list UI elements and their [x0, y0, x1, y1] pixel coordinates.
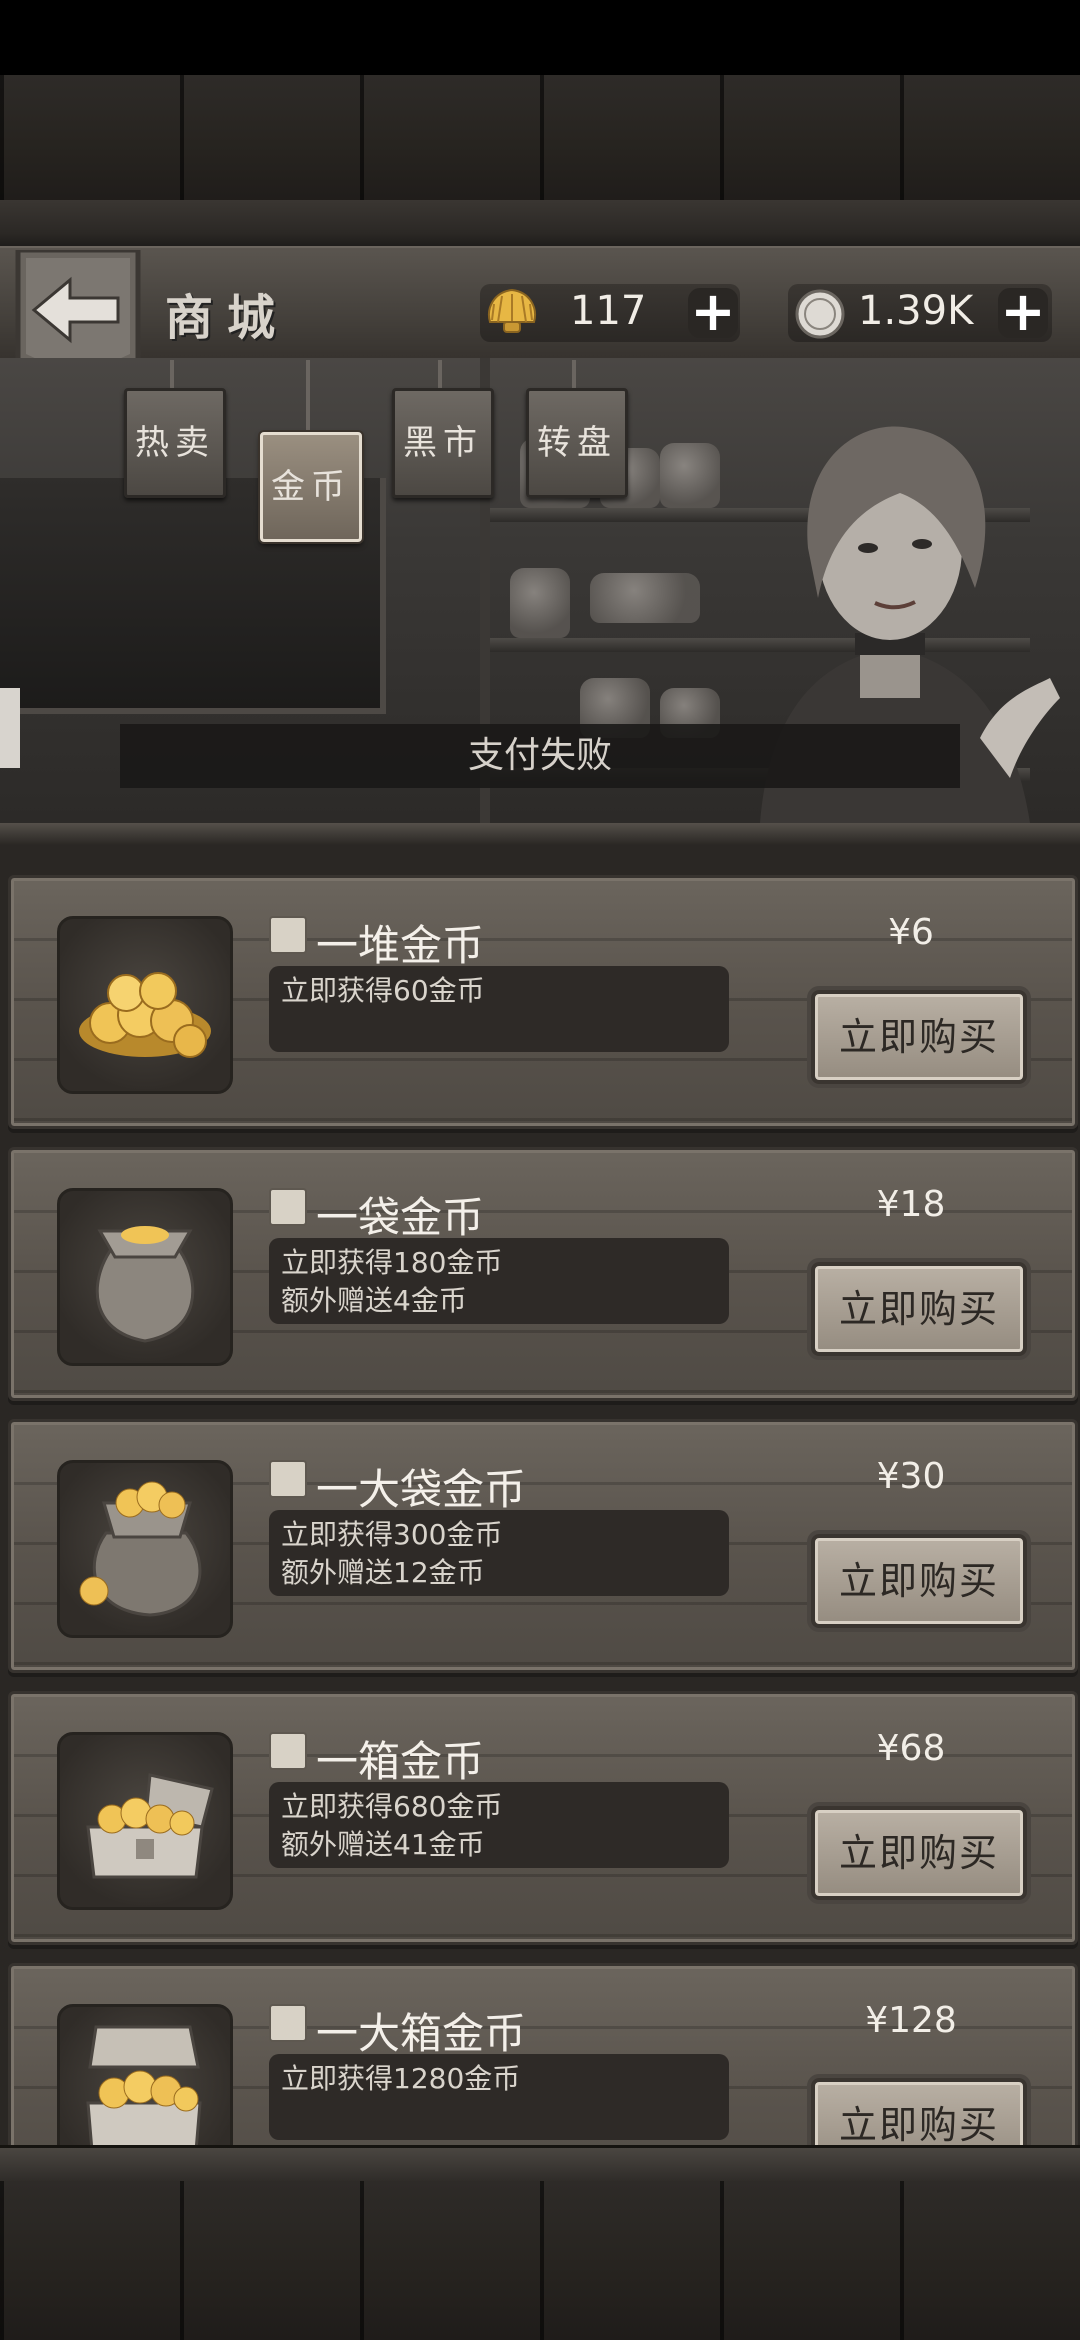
product-card: 一箱金币 立即获得680金币 额外赠送41金币 ¥68 立即购买 [8, 1691, 1078, 1945]
product-description: 立即获得680金币 额外赠送41金币 [269, 1782, 729, 1868]
bottom-wood-panel [0, 2181, 1080, 2340]
description-line: 立即获得1280金币 [281, 2062, 521, 2095]
top-wood-panel [0, 75, 1080, 205]
product-card: 一大箱金币 立即获得1280金币 ¥128 立即购买 [8, 1963, 1078, 2145]
coin-bag-icon [57, 1188, 233, 1366]
buy-button[interactable]: 立即购买 [811, 2078, 1027, 2145]
product-card: 一袋金币 立即获得180金币 额外赠送4金币 ¥18 立即购买 [8, 1147, 1078, 1401]
product-price: ¥30 [876, 1456, 946, 1497]
buy-button[interactable]: 立即购买 [811, 990, 1027, 1084]
big-coin-chest-icon [57, 2004, 233, 2145]
product-name: 一大袋金币 [316, 1465, 527, 1514]
bottom-beam [0, 2145, 1080, 2184]
description-line: 立即获得60金币 [281, 974, 485, 1007]
product-description: 立即获得1280金币 [269, 2054, 729, 2140]
scene-divider [0, 823, 1080, 845]
tab-gold-coins[interactable]: 金币 [260, 432, 362, 542]
coin-count: 1.39K [858, 288, 974, 334]
product-description: 立即获得180金币 额外赠送4金币 [269, 1238, 729, 1324]
product-name: 一大箱金币 [316, 2009, 527, 2058]
magnifier-icon[interactable] [269, 916, 307, 954]
status-bar [0, 0, 1080, 75]
tab-hot-sale[interactable]: 热卖 [124, 388, 226, 498]
candle [0, 688, 20, 768]
buy-button[interactable]: 立即购买 [811, 1534, 1027, 1628]
product-description: 立即获得60金币 [269, 966, 729, 1052]
bonus-line: 额外赠送41金币 [281, 1828, 485, 1861]
coin-chest-icon [57, 1732, 233, 1910]
product-price: ¥128 [865, 2000, 957, 2041]
page-title: 商城 [165, 290, 290, 346]
top-beam [0, 200, 1080, 251]
product-price: ¥18 [876, 1184, 946, 1225]
magnifier-icon[interactable] [269, 1188, 307, 1226]
product-name: 一箱金币 [316, 1737, 485, 1786]
description-line: 立即获得180金币 [281, 1246, 503, 1279]
shell-count: 117 [570, 288, 647, 334]
big-coin-bag-icon [57, 1460, 233, 1638]
product-name: 一袋金币 [316, 1193, 485, 1242]
description-line: 立即获得300金币 [281, 1518, 503, 1551]
tab-black-market[interactable]: 黑市 [392, 388, 494, 498]
add-shells-button[interactable]: + [688, 285, 738, 339]
product-price: ¥68 [876, 1728, 946, 1769]
magnifier-icon[interactable] [269, 2004, 307, 2042]
product-card: 一大袋金币 立即获得300金币 额外赠送12金币 ¥30 立即购买 [8, 1419, 1078, 1673]
magnifier-icon[interactable] [269, 1460, 307, 1498]
bonus-line: 额外赠送12金币 [281, 1556, 485, 1589]
product-name: 一堆金币 [316, 921, 485, 970]
buy-button[interactable]: 立即购买 [811, 1806, 1027, 1900]
bonus-line: 额外赠送4金币 [281, 1284, 467, 1317]
product-price: ¥6 [888, 912, 934, 953]
description-line: 立即获得680金币 [281, 1790, 503, 1823]
magnifier-icon[interactable] [269, 1732, 307, 1770]
tab-wheel[interactable]: 转盘 [526, 388, 628, 498]
product-card: 一堆金币 立即获得60金币 ¥6 立即购买 [8, 875, 1078, 1129]
product-description: 立即获得300金币 额外赠送12金币 [269, 1510, 729, 1596]
shell-icon [488, 288, 536, 333]
coin-pile-icon [57, 916, 233, 1094]
buy-button[interactable]: 立即购买 [811, 1262, 1027, 1356]
silver-coin-icon [795, 289, 845, 339]
toast-message: 支付失败 [120, 724, 960, 788]
add-coins-button[interactable]: + [998, 285, 1048, 339]
product-list[interactable]: 一堆金币 立即获得60金币 ¥6 立即购买 一袋金币 立即获得180金币 额外赠… [0, 845, 1080, 2145]
